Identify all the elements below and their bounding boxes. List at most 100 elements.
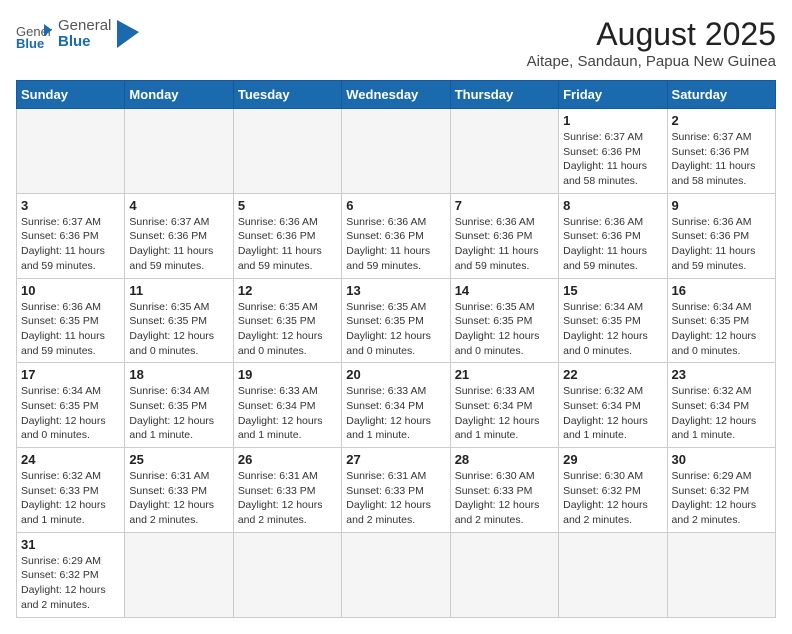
week-row-1: 1 Sunrise: 6:37 AM Sunset: 6:36 PM Daylig… <box>17 109 776 194</box>
calendar-cell: 7 Sunrise: 6:36 AM Sunset: 6:36 PM Daylig… <box>450 193 558 278</box>
calendar-cell <box>342 109 450 194</box>
day-number: 27 <box>346 452 445 467</box>
calendar-cell: 4 Sunrise: 6:37 AM Sunset: 6:36 PM Daylig… <box>125 193 233 278</box>
logo-blue-text: Blue <box>58 34 111 51</box>
calendar-cell: 27 Sunrise: 6:31 AM Sunset: 6:33 PM Dayli… <box>342 448 450 533</box>
logo: General Blue General Blue <box>16 16 139 52</box>
logo-icon: General Blue <box>16 16 52 52</box>
calendar-cell: 2 Sunrise: 6:37 AM Sunset: 6:36 PM Daylig… <box>667 109 775 194</box>
calendar-cell: 15 Sunrise: 6:34 AM Sunset: 6:35 PM Dayli… <box>559 278 667 363</box>
calendar-cell <box>559 532 667 617</box>
calendar-cell: 28 Sunrise: 6:30 AM Sunset: 6:33 PM Dayli… <box>450 448 558 533</box>
calendar-cell: 3 Sunrise: 6:37 AM Sunset: 6:36 PM Daylig… <box>17 193 125 278</box>
calendar-cell: 5 Sunrise: 6:36 AM Sunset: 6:36 PM Daylig… <box>233 193 341 278</box>
weekday-header-monday: Monday <box>125 81 233 109</box>
day-number: 26 <box>238 452 337 467</box>
calendar-cell <box>450 109 558 194</box>
day-info: Sunrise: 6:34 AM Sunset: 6:35 PM Dayligh… <box>129 384 228 443</box>
day-info: Sunrise: 6:36 AM Sunset: 6:36 PM Dayligh… <box>238 215 337 274</box>
day-number: 15 <box>563 283 662 298</box>
day-info: Sunrise: 6:36 AM Sunset: 6:36 PM Dayligh… <box>346 215 445 274</box>
day-info: Sunrise: 6:35 AM Sunset: 6:35 PM Dayligh… <box>346 300 445 359</box>
day-number: 20 <box>346 367 445 382</box>
day-info: Sunrise: 6:37 AM Sunset: 6:36 PM Dayligh… <box>672 130 771 189</box>
day-info: Sunrise: 6:31 AM Sunset: 6:33 PM Dayligh… <box>129 469 228 528</box>
calendar-cell: 29Sunrise: 6:30 AM Sunset: 6:32 PM Dayli… <box>559 448 667 533</box>
day-number: 4 <box>129 198 228 213</box>
calendar-cell: 22 Sunrise: 6:32 AM Sunset: 6:34 PM Dayli… <box>559 363 667 448</box>
calendar-cell: 14Sunrise: 6:35 AM Sunset: 6:35 PM Dayli… <box>450 278 558 363</box>
calendar-cell <box>342 532 450 617</box>
logo-triangle-icon <box>117 20 139 48</box>
calendar-cell: 16Sunrise: 6:34 AM Sunset: 6:35 PM Dayli… <box>667 278 775 363</box>
day-number: 21 <box>455 367 554 382</box>
calendar-cell: 20 Sunrise: 6:33 AM Sunset: 6:34 PM Dayli… <box>342 363 450 448</box>
day-info: Sunrise: 6:33 AM Sunset: 6:34 PM Dayligh… <box>455 384 554 443</box>
calendar-cell: 9 Sunrise: 6:36 AM Sunset: 6:36 PM Daylig… <box>667 193 775 278</box>
day-info: Sunrise: 6:30 AM Sunset: 6:33 PM Dayligh… <box>455 469 554 528</box>
weekday-header-row: SundayMondayTuesdayWednesdayThursdayFrid… <box>17 81 776 109</box>
day-number: 6 <box>346 198 445 213</box>
day-number: 10 <box>21 283 120 298</box>
calendar-cell: 10 Sunrise: 6:36 AM Sunset: 6:35 PM Dayli… <box>17 278 125 363</box>
day-info: Sunrise: 6:34 AM Sunset: 6:35 PM Dayligh… <box>21 384 120 443</box>
day-number: 1 <box>563 113 662 128</box>
day-info: Sunrise: 6:35 AM Sunset: 6:35 PM Dayligh… <box>238 300 337 359</box>
day-number: 12 <box>238 283 337 298</box>
calendar-cell: 26Sunrise: 6:31 AM Sunset: 6:33 PM Dayli… <box>233 448 341 533</box>
day-number: 30 <box>672 452 771 467</box>
day-info: Sunrise: 6:29 AM Sunset: 6:32 PM Dayligh… <box>672 469 771 528</box>
day-info: Sunrise: 6:32 AM Sunset: 6:34 PM Dayligh… <box>563 384 662 443</box>
day-info: Sunrise: 6:32 AM Sunset: 6:34 PM Dayligh… <box>672 384 771 443</box>
calendar-cell: 18 Sunrise: 6:34 AM Sunset: 6:35 PM Dayli… <box>125 363 233 448</box>
weekday-header-thursday: Thursday <box>450 81 558 109</box>
day-number: 3 <box>21 198 120 213</box>
calendar-cell <box>125 109 233 194</box>
day-info: Sunrise: 6:34 AM Sunset: 6:35 PM Dayligh… <box>563 300 662 359</box>
calendar-cell: 19Sunrise: 6:33 AM Sunset: 6:34 PM Dayli… <box>233 363 341 448</box>
day-number: 18 <box>129 367 228 382</box>
calendar-cell <box>233 109 341 194</box>
weekday-header-wednesday: Wednesday <box>342 81 450 109</box>
calendar-cell: 30 Sunrise: 6:29 AM Sunset: 6:32 PM Dayli… <box>667 448 775 533</box>
week-row-3: 10 Sunrise: 6:36 AM Sunset: 6:35 PM Dayli… <box>17 278 776 363</box>
day-info: Sunrise: 6:35 AM Sunset: 6:35 PM Dayligh… <box>129 300 228 359</box>
weekday-header-sunday: Sunday <box>17 81 125 109</box>
weekday-header-tuesday: Tuesday <box>233 81 341 109</box>
logo-general-text: General <box>58 18 111 35</box>
day-info: Sunrise: 6:32 AM Sunset: 6:33 PM Dayligh… <box>21 469 120 528</box>
day-info: Sunrise: 6:33 AM Sunset: 6:34 PM Dayligh… <box>238 384 337 443</box>
day-info: Sunrise: 6:29 AM Sunset: 6:32 PM Dayligh… <box>21 554 120 613</box>
day-number: 22 <box>563 367 662 382</box>
day-info: Sunrise: 6:37 AM Sunset: 6:36 PM Dayligh… <box>21 215 120 274</box>
weekday-header-saturday: Saturday <box>667 81 775 109</box>
day-number: 23 <box>672 367 771 382</box>
day-info: Sunrise: 6:36 AM Sunset: 6:35 PM Dayligh… <box>21 300 120 359</box>
day-number: 5 <box>238 198 337 213</box>
calendar-cell <box>17 109 125 194</box>
day-number: 16 <box>672 283 771 298</box>
title-area: August 2025 Aitape, Sandaun, Papua New G… <box>527 16 776 70</box>
calendar-cell: 17Sunrise: 6:34 AM Sunset: 6:35 PM Dayli… <box>17 363 125 448</box>
calendar-cell <box>667 532 775 617</box>
day-info: Sunrise: 6:31 AM Sunset: 6:33 PM Dayligh… <box>346 469 445 528</box>
day-info: Sunrise: 6:36 AM Sunset: 6:36 PM Dayligh… <box>563 215 662 274</box>
day-info: Sunrise: 6:36 AM Sunset: 6:36 PM Dayligh… <box>455 215 554 274</box>
day-info: Sunrise: 6:33 AM Sunset: 6:34 PM Dayligh… <box>346 384 445 443</box>
week-row-6: 31Sunrise: 6:29 AM Sunset: 6:32 PM Dayli… <box>17 532 776 617</box>
day-number: 7 <box>455 198 554 213</box>
day-number: 9 <box>672 198 771 213</box>
calendar-table: SundayMondayTuesdayWednesdayThursdayFrid… <box>16 80 776 618</box>
day-info: Sunrise: 6:37 AM Sunset: 6:36 PM Dayligh… <box>563 130 662 189</box>
week-row-4: 17Sunrise: 6:34 AM Sunset: 6:35 PM Dayli… <box>17 363 776 448</box>
day-number: 28 <box>455 452 554 467</box>
day-info: Sunrise: 6:36 AM Sunset: 6:36 PM Dayligh… <box>672 215 771 274</box>
day-number: 8 <box>563 198 662 213</box>
day-number: 24 <box>21 452 120 467</box>
day-number: 29 <box>563 452 662 467</box>
day-info: Sunrise: 6:37 AM Sunset: 6:36 PM Dayligh… <box>129 215 228 274</box>
week-row-5: 24 Sunrise: 6:32 AM Sunset: 6:33 PM Dayli… <box>17 448 776 533</box>
calendar-cell: 13Sunrise: 6:35 AM Sunset: 6:35 PM Dayli… <box>342 278 450 363</box>
calendar-cell: 8 Sunrise: 6:36 AM Sunset: 6:36 PM Daylig… <box>559 193 667 278</box>
day-number: 2 <box>672 113 771 128</box>
